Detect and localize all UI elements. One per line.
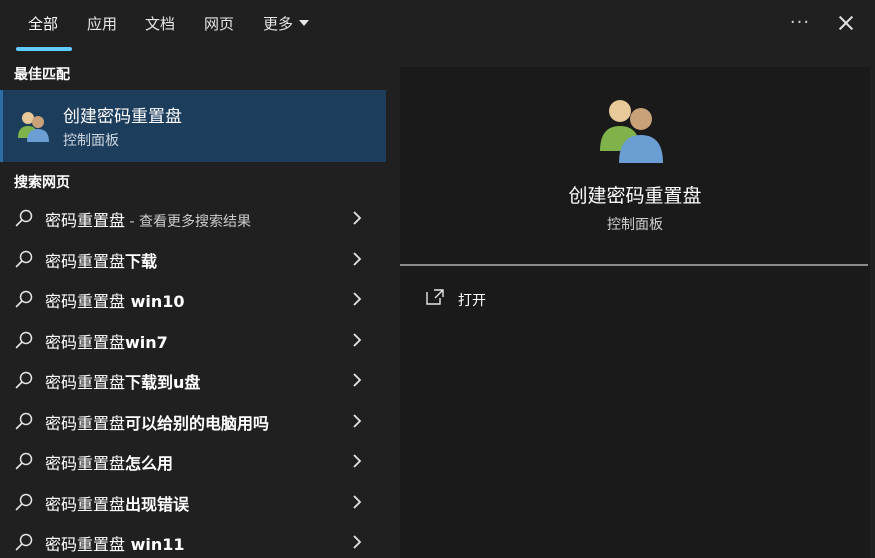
tab-web[interactable]: 网页: [204, 0, 234, 52]
search-icon: [15, 452, 33, 470]
tab-documents[interactable]: 文档: [145, 0, 175, 52]
best-match-subtitle: 控制面板: [63, 133, 119, 149]
web-search-result-row[interactable]: 密码重置盘 - 查看更多搜索结果: [0, 198, 386, 239]
web-search-result-text: 密码重置盘 win11: [45, 531, 185, 555]
web-search-result-row[interactable]: 密码重置盘怎么用: [0, 441, 386, 482]
web-search-result-text: 密码重置盘win7: [45, 329, 168, 353]
result-query: 密码重置盘: [45, 535, 126, 554]
web-search-result-text: 密码重置盘下载到u盘: [45, 369, 200, 393]
chevron-right-icon: [353, 413, 362, 428]
best-match-item[interactable]: 创建密码重置盘 控制面板: [0, 90, 386, 162]
detail-divider: [400, 264, 868, 266]
result-query: 密码重置盘: [45, 494, 126, 514]
tab-apps[interactable]: 应用: [87, 0, 117, 52]
result-suffix: 下载到u盘: [125, 373, 201, 392]
chevron-right-icon: [353, 373, 362, 387]
web-search-result-text: 密码重置盘下载: [45, 248, 157, 272]
user-accounts-icon: [600, 100, 663, 163]
search-icon: [15, 412, 33, 429]
result-query: 密码重置盘: [45, 454, 126, 473]
search-icon: [15, 533, 33, 551]
result-suffix: win11: [125, 535, 185, 554]
result-suffix: 下载: [125, 251, 158, 271]
detail-pane: 创建密码重置盘 控制面板 打开: [400, 67, 870, 558]
web-search-result-text: 密码重置盘可以给别的电脑用吗: [45, 410, 269, 434]
result-query: 密码重置盘: [45, 292, 126, 311]
web-search-result-text: 密码重置盘出现错误: [45, 491, 189, 515]
chevron-right-icon: [353, 292, 362, 306]
web-search-result-row[interactable]: 密码重置盘 win11: [0, 522, 386, 558]
active-tab-indicator: [16, 47, 72, 51]
best-match-title: 创建密码重置盘: [63, 107, 182, 127]
search-icon: [15, 493, 33, 510]
result-suffix: win7: [125, 332, 168, 352]
web-search-result-text: 密码重置盘怎么用: [45, 450, 173, 474]
open-label: 打开: [458, 293, 486, 309]
caret-down-icon: [299, 19, 310, 26]
chevron-right-icon: [353, 332, 362, 347]
web-search-result-text: 密码重置盘 win10: [45, 288, 185, 312]
tab-more-label: 更多: [263, 15, 294, 33]
detail-subtitle: 控制面板: [607, 217, 663, 233]
result-query: 密码重置盘: [45, 413, 126, 433]
web-search-header: 搜索网页: [14, 175, 70, 191]
result-query: 密码重置盘: [45, 211, 126, 230]
tab-more[interactable]: 更多: [263, 0, 310, 52]
search-icon: [15, 331, 33, 348]
top-tab-bar: 全部 应用 文档 网页 更多 ···: [0, 0, 875, 52]
close-button[interactable]: [832, 8, 860, 38]
tab-all[interactable]: 全部: [28, 0, 58, 52]
result-query: 密码重置盘: [45, 373, 126, 392]
result-suffix: 怎么用: [125, 454, 174, 473]
chevron-right-icon: [353, 211, 362, 225]
web-search-result-row[interactable]: 密码重置盘下载到u盘: [0, 360, 386, 401]
web-search-result-row[interactable]: 密码重置盘可以给别的电脑用吗: [0, 401, 386, 442]
web-search-result-row[interactable]: 密码重置盘出现错误: [0, 482, 386, 523]
result-hint: - 查看更多搜索结果: [125, 214, 251, 230]
web-search-result-text: 密码重置盘 - 查看更多搜索结果: [45, 207, 251, 231]
web-search-result-row[interactable]: 密码重置盘下载: [0, 239, 386, 280]
search-icon: [15, 371, 33, 389]
open-button[interactable]: 打开: [422, 285, 542, 315]
results-pane: 最佳匹配 创建密码重置盘 控制面板 搜索网页 密码重置盘 - 查看更多搜索结果密…: [0, 52, 388, 558]
search-window: 全部 应用 文档 网页 更多 ··· 最佳匹配 创建密码重置盘 控制面板 搜索网…: [0, 0, 875, 558]
search-icon: [15, 290, 33, 308]
chevron-right-icon: [353, 251, 362, 266]
result-suffix: win10: [125, 292, 185, 311]
chevron-right-icon: [353, 494, 362, 509]
search-icon: [15, 209, 33, 227]
more-options-button[interactable]: ···: [786, 8, 814, 38]
result-suffix: 可以给别的电脑用吗: [125, 413, 270, 433]
search-icon: [15, 250, 33, 267]
result-query: 密码重置盘: [45, 251, 126, 271]
chevron-right-icon: [353, 454, 362, 468]
open-external-icon: [426, 289, 444, 305]
web-search-result-row[interactable]: 密码重置盘win7: [0, 320, 386, 361]
detail-title: 创建密码重置盘: [568, 185, 702, 207]
web-search-result-row[interactable]: 密码重置盘 win10: [0, 279, 386, 320]
best-match-header: 最佳匹配: [14, 67, 70, 83]
chevron-right-icon: [353, 535, 362, 549]
result-suffix: 出现错误: [125, 494, 190, 514]
user-accounts-icon: [18, 112, 49, 142]
web-search-list: 密码重置盘 - 查看更多搜索结果 密码重置盘下载 密码重置盘 win10 密码重置盘w…: [0, 198, 386, 558]
result-query: 密码重置盘: [45, 332, 126, 352]
